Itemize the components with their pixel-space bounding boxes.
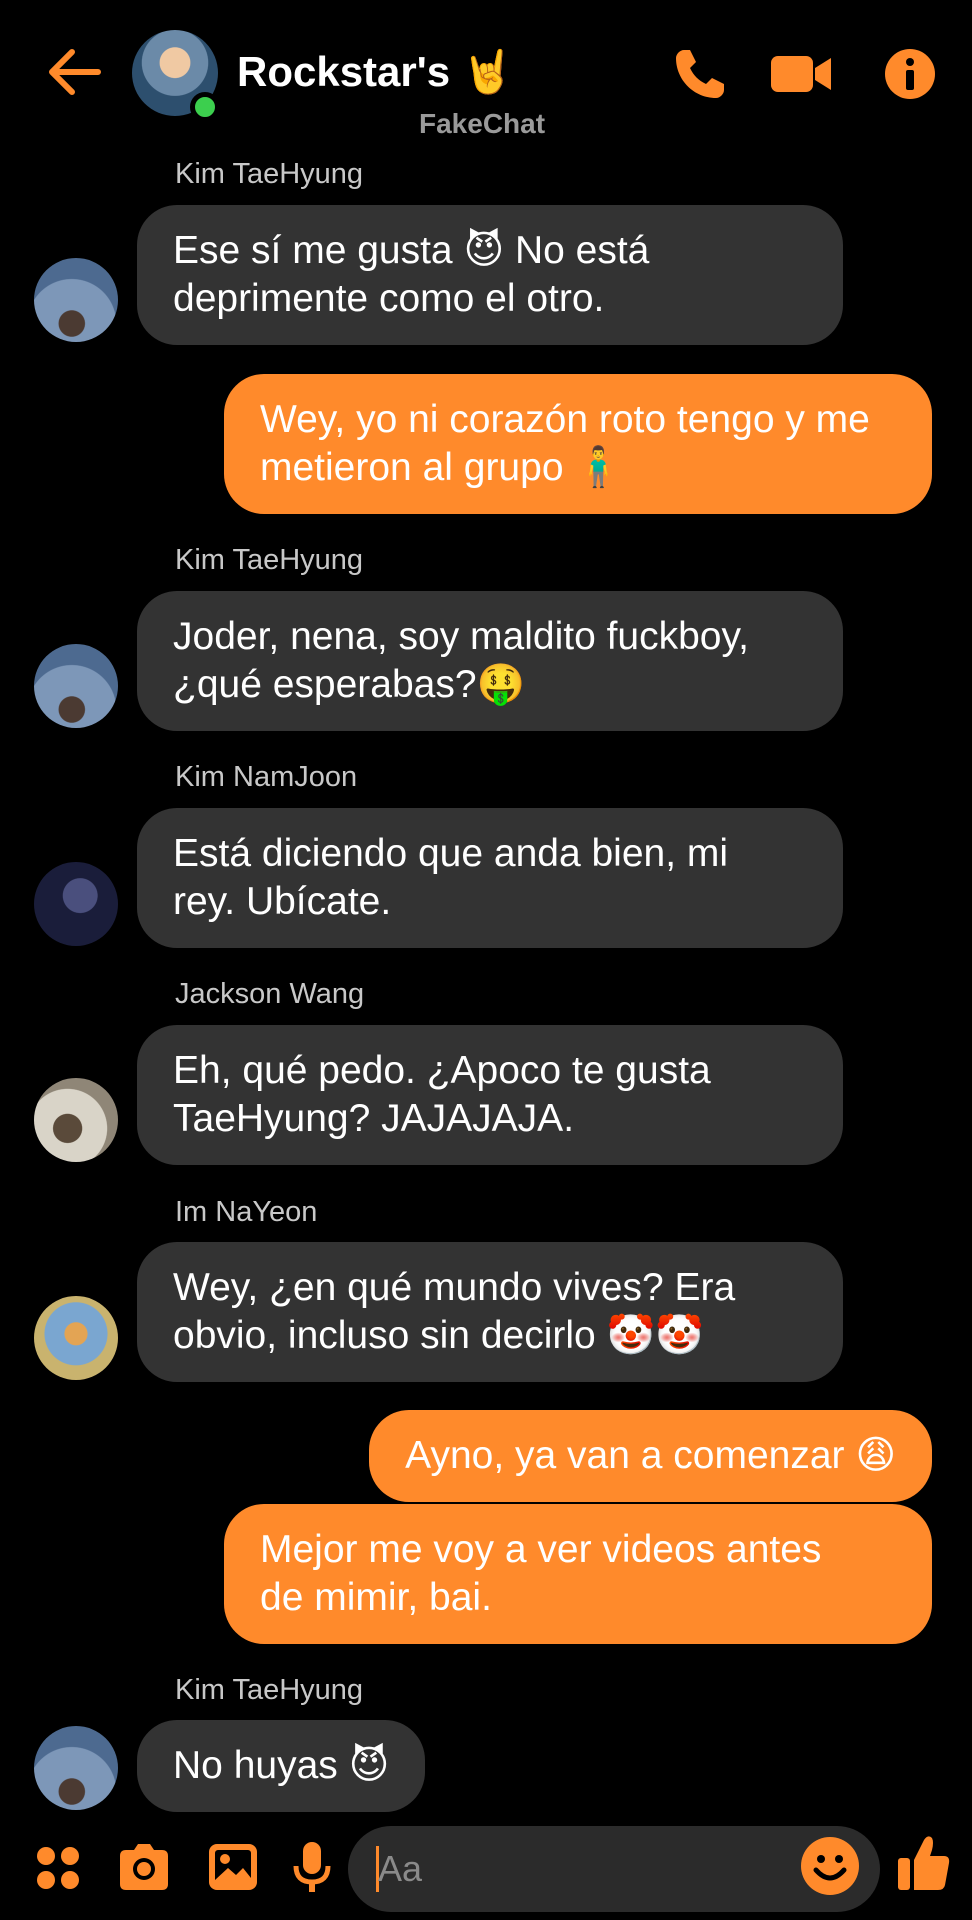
gallery-icon[interactable]	[206, 1838, 260, 1896]
camera-icon[interactable]	[116, 1838, 172, 1896]
incoming-message[interactable]: Ese sí me gusta 😈 No está deprimente com…	[137, 205, 843, 345]
chat-subtitle: FakeChat	[419, 108, 546, 139]
sender-avatar[interactable]	[34, 1078, 118, 1162]
sender-name: Kim NamJoon	[175, 761, 358, 793]
microphone-icon[interactable]	[292, 1838, 332, 1896]
sender-avatar[interactable]	[34, 644, 118, 728]
message-line: Mejor me voy a ver videos antes	[260, 1528, 822, 1571]
message-line: Eh, qué pedo. ¿Apoco te gusta	[173, 1049, 711, 1092]
sender-name: Kim TaeHyung	[175, 158, 364, 190]
message-line: Ayno, ya van a comenzar 😩	[405, 1434, 896, 1477]
online-status-dot	[190, 92, 220, 122]
incoming-message[interactable]: Joder, nena, soy maldito fuckboy, ¿qué e…	[137, 591, 843, 731]
message-line: de mimir, bai.	[260, 1576, 492, 1619]
sender-name: Kim TaeHyung	[175, 544, 364, 576]
message-input-placeholder: Aa	[378, 1848, 423, 1889]
sender-name: Im NaYeon	[175, 1196, 318, 1228]
phone-icon[interactable]	[672, 46, 728, 102]
message-line: ¿qué esperabas?🤑	[173, 663, 526, 706]
message-line: Wey, yo ni corazón roto tengo y me	[260, 398, 870, 441]
message-line: deprimente como el otro.	[173, 277, 605, 320]
sender-name: Kim TaeHyung	[175, 1674, 364, 1706]
message-line: Wey, ¿en qué mundo vives? Era	[173, 1266, 736, 1309]
outgoing-message[interactable]: Mejor me voy a ver videos antes de mimir…	[224, 1504, 932, 1644]
message-line: Está diciendo que anda bien, mi	[173, 832, 729, 875]
message-line: metieron al grupo 🧍‍♂️	[260, 446, 623, 489]
sender-avatar[interactable]	[34, 1726, 118, 1810]
incoming-message[interactable]: Eh, qué pedo. ¿Apoco te gusta TaeHyung? …	[137, 1025, 843, 1165]
sender-avatar[interactable]	[34, 258, 118, 342]
incoming-message[interactable]: Wey, ¿en qué mundo vives? Era obvio, inc…	[137, 1242, 843, 1382]
message-line: obvio, incluso sin decirlo 🤡🤡	[173, 1314, 704, 1357]
video-camera-icon[interactable]	[769, 46, 833, 102]
chat-header: Rockstar's 🤘 FakeChat	[0, 0, 972, 150]
back-arrow-icon[interactable]	[44, 46, 104, 98]
sender-avatar[interactable]	[34, 1296, 118, 1380]
message-line: rey. Ubícate.	[173, 880, 392, 923]
message-line: Ese sí me gusta 😈 No está	[173, 229, 650, 272]
incoming-message[interactable]: Está diciendo que anda bien, mi rey. Ubí…	[137, 808, 843, 948]
chat-title[interactable]: Rockstar's 🤘	[237, 48, 514, 97]
emoji-icon[interactable]	[800, 1836, 860, 1896]
sender-avatar[interactable]	[34, 862, 118, 946]
outgoing-message[interactable]: Wey, yo ni corazón roto tengo y me metie…	[224, 374, 932, 514]
outgoing-message[interactable]: Ayno, ya van a comenzar 😩	[369, 1410, 932, 1502]
sender-name: Jackson Wang	[175, 978, 365, 1010]
apps-grid-icon[interactable]	[34, 1838, 82, 1896]
thumbs-up-icon[interactable]	[896, 1832, 952, 1894]
message-line: Joder, nena, soy maldito fuckboy,	[173, 615, 749, 658]
message-line: No huyas 😈	[173, 1744, 390, 1787]
incoming-message[interactable]: No huyas 😈	[137, 1720, 426, 1812]
info-icon[interactable]	[884, 46, 936, 102]
message-line: TaeHyung? JAJAJAJA.	[173, 1097, 575, 1140]
